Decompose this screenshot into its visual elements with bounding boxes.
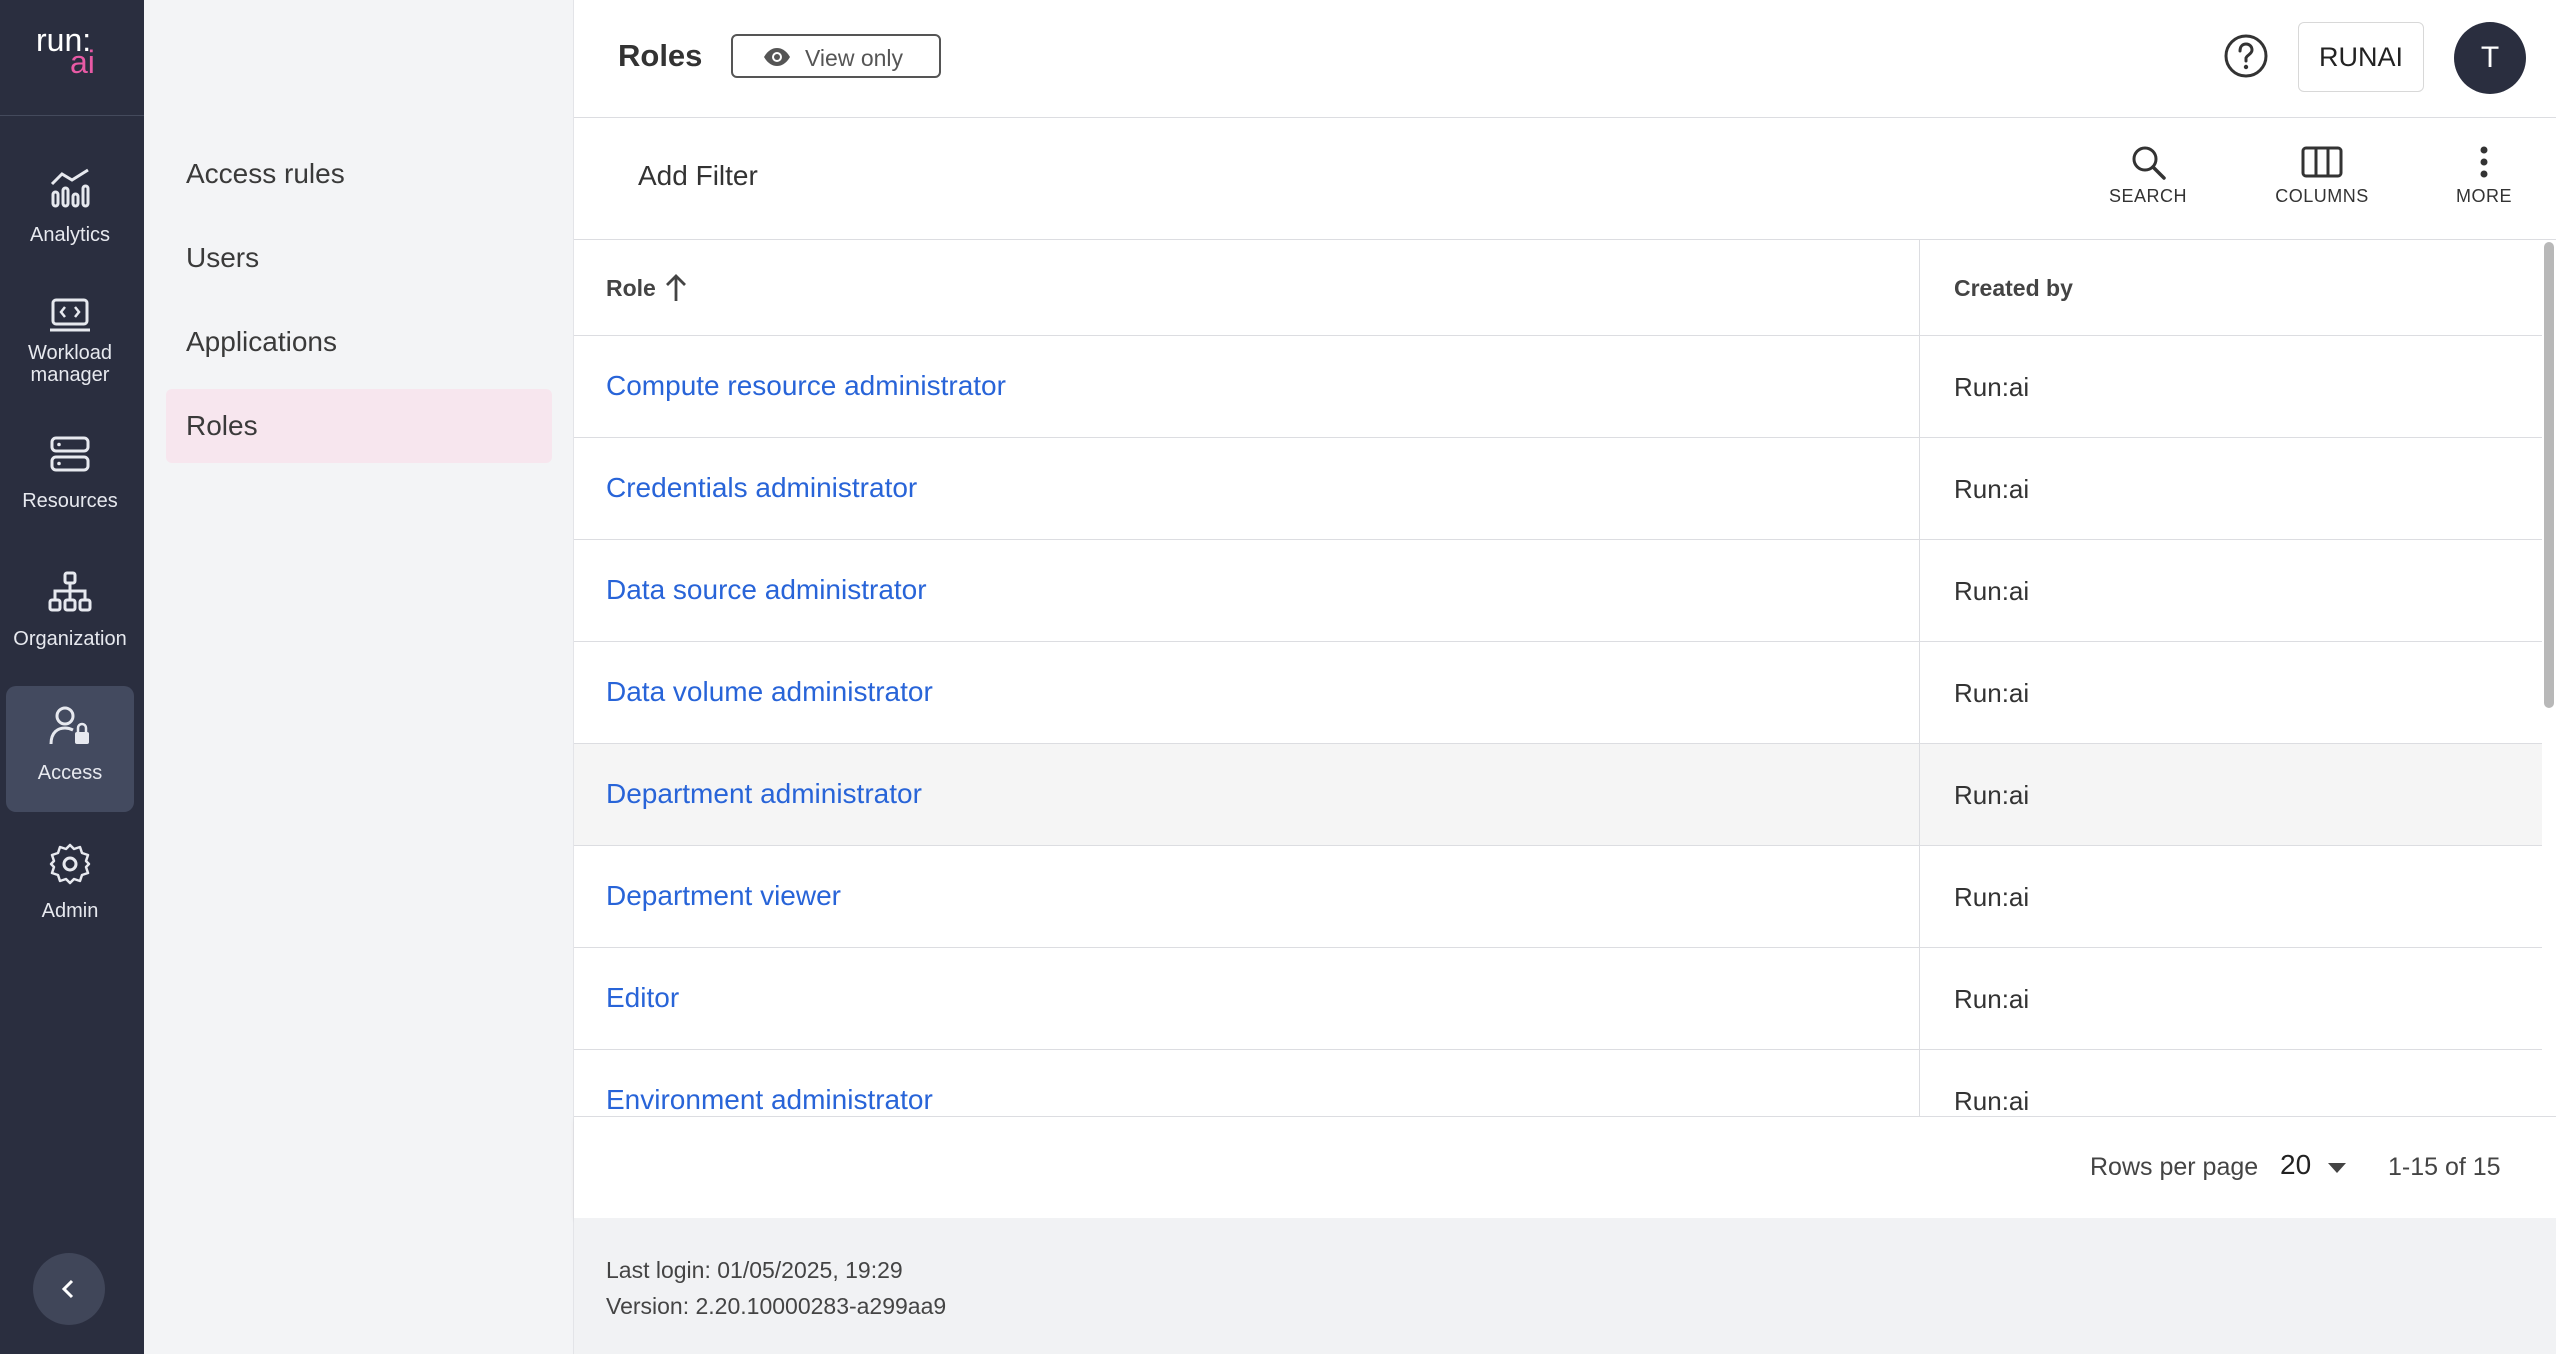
rail-item-analytics[interactable]: Analytics: [6, 148, 134, 274]
search-icon: [2132, 146, 2166, 180]
add-filter-button[interactable]: Add Filter: [638, 160, 758, 192]
created-by-cell: Run:ai: [1954, 1086, 2030, 1116]
role-link[interactable]: Department viewer: [606, 880, 841, 912]
more-button[interactable]: MORE: [2444, 142, 2524, 222]
table-row[interactable]: Compute resource administrator Run:ai: [574, 336, 2542, 438]
table-row[interactable]: Department administrator Run:ai: [574, 744, 2542, 846]
table-scrollbar-thumb[interactable]: [2544, 242, 2554, 708]
columns-button[interactable]: COLUMNS: [2258, 142, 2386, 222]
page-header: Roles View only RUNAI T: [574, 0, 2556, 118]
created-by-cell: Run:ai: [1954, 678, 2030, 708]
pagination-bar: Rows per page 20 1-15 of 15: [574, 1116, 2556, 1218]
table-row[interactable]: Editor Run:ai: [574, 948, 2542, 1050]
role-link[interactable]: Environment administrator: [606, 1084, 933, 1116]
table-toolbar: Add Filter SEARCH COLUMNS MORE: [574, 118, 2556, 240]
user-avatar[interactable]: T: [2454, 22, 2526, 94]
help-button[interactable]: [2222, 32, 2270, 85]
search-label: SEARCH: [2108, 186, 2187, 206]
subnav-item-applications[interactable]: Applications: [166, 305, 552, 379]
table-row[interactable]: Credentials administrator Run:ai: [574, 438, 2542, 540]
role-link[interactable]: Department administrator: [606, 778, 922, 810]
columns-icon: [2301, 146, 2343, 178]
rail-item-workload-manager[interactable]: Workload manager: [6, 276, 134, 402]
roles-table: Role Created by Compute resource adminis…: [574, 240, 2542, 1116]
rail-item-organization[interactable]: Organization: [6, 552, 134, 678]
more-label: MORE: [2456, 186, 2512, 206]
roles-table-panel: Add Filter SEARCH COLUMNS MORE Role Crea…: [574, 118, 2556, 1218]
chevron-left-icon: [61, 1279, 74, 1299]
column-divider: [1919, 240, 1920, 1116]
table-row[interactable]: Department viewer Run:ai: [574, 846, 2542, 948]
subnav-item-roles[interactable]: Roles: [166, 389, 552, 463]
collapse-nav-button[interactable]: [33, 1253, 105, 1325]
rail-item-resources[interactable]: Resources: [6, 414, 134, 540]
access-icon: [49, 706, 89, 745]
last-login-text: Last login: 01/05/2025, 19:29: [606, 1257, 903, 1283]
rail-item-label: Resources: [22, 490, 118, 512]
rail-item-admin[interactable]: Admin: [6, 824, 134, 950]
rail-item-label: Analytics: [29, 224, 111, 246]
created-by-cell: Run:ai: [1954, 576, 2030, 606]
column-header-role[interactable]: Role: [606, 274, 686, 302]
rows-per-page-select[interactable]: 20: [2280, 1149, 2311, 1181]
more-vertical-icon: [2480, 146, 2488, 178]
created-by-cell: Run:ai: [1954, 882, 2030, 912]
eye-icon: [764, 48, 790, 66]
rail-item-label: Admin: [41, 900, 99, 922]
analytics-icon: [50, 168, 90, 208]
columns-label: COLUMNS: [2275, 186, 2369, 206]
sort-ascending-icon: [666, 274, 686, 301]
pagination-range: 1-15 of 15: [2388, 1153, 2501, 1181]
role-link[interactable]: Credentials administrator: [606, 472, 917, 504]
created-by-cell: Run:ai: [1954, 984, 2030, 1014]
rail-item-label: Organization: [13, 628, 127, 650]
caret-down-icon[interactable]: [2326, 1161, 2348, 1175]
access-subnav: Access rules Users Applications Roles: [144, 0, 574, 1354]
page-footer: Last login: 01/05/2025, 19:29 Version: 2…: [574, 1218, 2556, 1354]
table-row[interactable]: Data source administrator Run:ai: [574, 540, 2542, 642]
table-row[interactable]: Data volume administrator Run:ai: [574, 642, 2542, 744]
help-icon: [2224, 34, 2268, 78]
workload-manager-icon: [50, 298, 90, 332]
role-link[interactable]: Data volume administrator: [606, 676, 933, 708]
page-title: Roles: [618, 38, 703, 73]
created-by-cell: Run:ai: [1954, 372, 2030, 402]
gear-icon: [49, 843, 91, 885]
column-header-label: Role: [606, 275, 656, 301]
subnav-item-users[interactable]: Users: [166, 221, 552, 295]
logo-text-bottom: ai: [70, 44, 95, 80]
rail-item-label: Workload manager: [27, 342, 113, 386]
resources-icon: [50, 436, 90, 472]
created-by-cell: Run:ai: [1954, 474, 2030, 504]
column-header-created-by[interactable]: Created by: [1954, 275, 2073, 302]
search-button[interactable]: SEARCH: [2102, 142, 2194, 222]
table-header: Role Created by: [574, 240, 2542, 336]
view-only-badge: View only: [731, 34, 941, 78]
role-link[interactable]: Data source administrator: [606, 574, 927, 606]
main-nav-rail: run: ai Analytics Workload manager Resou…: [0, 0, 144, 1354]
runai-logo[interactable]: run: ai: [0, 0, 144, 116]
table-row[interactable]: Environment administrator Run:ai: [574, 1050, 2542, 1116]
tenant-button[interactable]: RUNAI: [2298, 22, 2424, 92]
rail-item-label: Access: [37, 762, 103, 784]
version-text: Version: 2.20.10000283-a299aa9: [606, 1293, 947, 1319]
role-link[interactable]: Editor: [606, 982, 679, 1014]
role-link[interactable]: Compute resource administrator: [606, 370, 1006, 402]
subnav-item-access-rules[interactable]: Access rules: [166, 137, 552, 211]
rows-per-page-label: Rows per page: [2090, 1153, 2259, 1181]
organization-icon: [48, 571, 92, 612]
rail-item-access[interactable]: Access: [6, 686, 134, 812]
view-only-label: View only: [805, 45, 904, 71]
created-by-cell: Run:ai: [1954, 780, 2030, 810]
